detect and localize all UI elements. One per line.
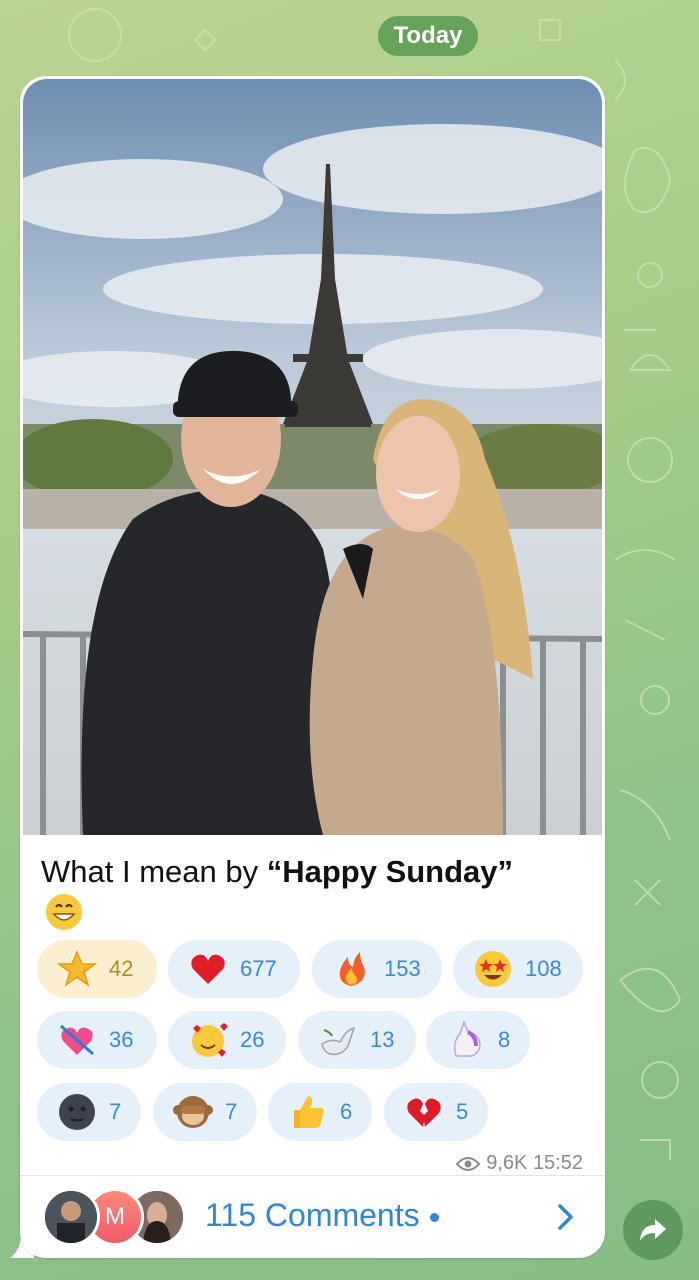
channel-post-bubble[interactable]: What I mean by “Happy Sunday” 42 677 153… bbox=[20, 76, 605, 1258]
chevron-right-icon[interactable] bbox=[557, 1203, 575, 1231]
fire-icon bbox=[339, 952, 365, 986]
star-struck-icon bbox=[475, 951, 511, 987]
reaction-count: 153 bbox=[384, 956, 421, 981]
reaction-count: 7 bbox=[109, 1099, 122, 1124]
red-heart-icon bbox=[191, 954, 225, 984]
reaction-heart[interactable]: 677 bbox=[168, 940, 300, 998]
reaction-count: 36 bbox=[109, 1027, 134, 1052]
post-time: 15:52 bbox=[532, 1152, 583, 1174]
reaction-count: 6 bbox=[340, 1099, 353, 1124]
heart-with-arrow-icon bbox=[60, 1024, 94, 1056]
eye-icon bbox=[456, 1156, 481, 1171]
dove-icon bbox=[321, 1026, 356, 1056]
broken-heart-icon bbox=[407, 1098, 441, 1127]
post-photo[interactable] bbox=[23, 79, 602, 835]
avatar bbox=[42, 1188, 100, 1246]
reaction-fire[interactable]: 153 bbox=[312, 940, 442, 998]
smiling-face-with-hearts-icon bbox=[192, 1023, 228, 1057]
reaction-count: 108 bbox=[525, 956, 562, 981]
reaction-smiling-hearts[interactable]: 26 bbox=[168, 1011, 286, 1069]
share-button[interactable] bbox=[623, 1200, 683, 1260]
post-caption: What I mean by “Happy Sunday” bbox=[41, 854, 513, 890]
comments-bar[interactable]: M 115 Comments bbox=[20, 1176, 605, 1258]
reaction-unicorn[interactable]: 8 bbox=[426, 1011, 530, 1069]
caption-text: What I mean by bbox=[41, 854, 267, 889]
unicorn-icon bbox=[453, 1020, 481, 1057]
reaction-count: 26 bbox=[240, 1027, 265, 1052]
thumbs-up-icon bbox=[294, 1096, 324, 1128]
reaction-star-paid[interactable]: 42 bbox=[37, 940, 157, 998]
reaction-monkey[interactable]: 7 bbox=[153, 1083, 257, 1141]
caption-bold-text: “Happy Sunday” bbox=[266, 854, 514, 889]
reaction-count: 42 bbox=[109, 956, 134, 981]
reaction-thumbs-up[interactable]: 6 bbox=[268, 1083, 372, 1141]
unread-dot bbox=[429, 1213, 439, 1223]
comments-label[interactable]: 115 Comments bbox=[205, 1197, 439, 1234]
see-no-evil-monkey-icon bbox=[173, 1096, 213, 1128]
comments-count-text: 115 Comments bbox=[205, 1197, 420, 1233]
star-icon bbox=[57, 950, 97, 987]
reaction-dove[interactable]: 13 bbox=[298, 1011, 416, 1069]
reaction-star-struck[interactable]: 108 bbox=[453, 940, 583, 998]
reaction-count: 677 bbox=[240, 956, 277, 981]
reaction-count: 8 bbox=[498, 1027, 511, 1052]
grinning-face-icon bbox=[46, 894, 82, 930]
reaction-count: 13 bbox=[370, 1027, 395, 1052]
date-pill: Today bbox=[378, 16, 478, 56]
post-meta: 9,6K 15:52 bbox=[456, 1152, 583, 1175]
reaction-count: 7 bbox=[225, 1099, 238, 1124]
reaction-count: 5 bbox=[456, 1099, 469, 1124]
share-arrow-icon bbox=[640, 1219, 666, 1241]
avatar-initial: M bbox=[105, 1203, 125, 1230]
new-moon-face-icon bbox=[59, 1094, 95, 1130]
reaction-new-moon[interactable]: 7 bbox=[37, 1083, 141, 1141]
reaction-broken-heart[interactable]: 5 bbox=[384, 1083, 488, 1141]
reaction-heart-arrow[interactable]: 36 bbox=[37, 1011, 157, 1069]
views-count: 9,6K bbox=[486, 1152, 528, 1174]
